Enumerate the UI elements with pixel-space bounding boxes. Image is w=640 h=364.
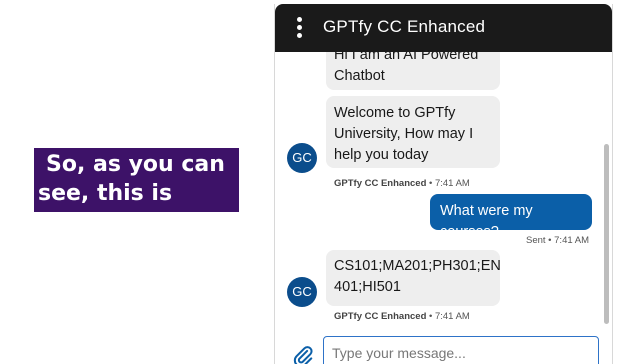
message-meta: GPTfy CC Enhanced • 7:41 AM <box>334 178 470 189</box>
vertical-ellipsis-icon[interactable] <box>289 16 309 40</box>
message-meta: GPTfy CC Enhanced • 7:41 AM <box>334 311 470 322</box>
message-text-line: Welcome to GPTfy <box>334 105 456 121</box>
message-text-line: help you today <box>334 147 429 163</box>
avatar: GC <box>287 277 317 307</box>
incoming-message-bubble: Welcome to GPTfy University, How may I h… <box>326 96 500 168</box>
chat-window: GPTfy CC Enhanced Hi I am an AI Powered … <box>274 4 613 364</box>
chat-header: GPTfy CC Enhanced <box>275 4 612 52</box>
caption-line-1: So, as you can <box>46 152 225 177</box>
message-time: • 7:41 AM <box>429 178 470 189</box>
outgoing-message-bubble: What were my courses? <box>430 194 592 240</box>
scrollbar-thumb[interactable] <box>604 144 609 324</box>
video-caption: So, as you can see, this is <box>34 148 239 212</box>
incoming-message-bubble: Hi I am an AI Powered Chatbot <box>326 52 500 90</box>
sender-name: GPTfy CC Enhanced <box>334 311 427 322</box>
message-text-line: Hi I am an AI Powered <box>334 52 479 63</box>
message-text: What were my courses? <box>440 203 533 240</box>
message-text-line: 401;HI501 <box>334 279 401 295</box>
message-text-line: Chatbot <box>334 68 385 84</box>
message-status: Sent • 7:41 AM <box>526 235 590 246</box>
message-text-line: University, How may I <box>334 126 474 142</box>
message-time: • 7:41 AM <box>429 311 470 322</box>
caption-line-2: see, this is <box>38 181 173 206</box>
avatar: GC <box>287 143 317 173</box>
message-list[interactable]: Hi I am an AI Powered Chatbot Welcome to… <box>275 52 612 322</box>
chat-title: GPTfy CC Enhanced <box>323 17 486 36</box>
incoming-message-bubble: CS101;MA201;PH301;EN 401;HI501 <box>326 250 501 306</box>
message-composer <box>275 332 612 364</box>
paperclip-icon[interactable] <box>292 345 314 364</box>
sender-name: GPTfy CC Enhanced <box>334 178 427 189</box>
message-text-line: CS101;MA201;PH301;EN <box>334 258 501 274</box>
